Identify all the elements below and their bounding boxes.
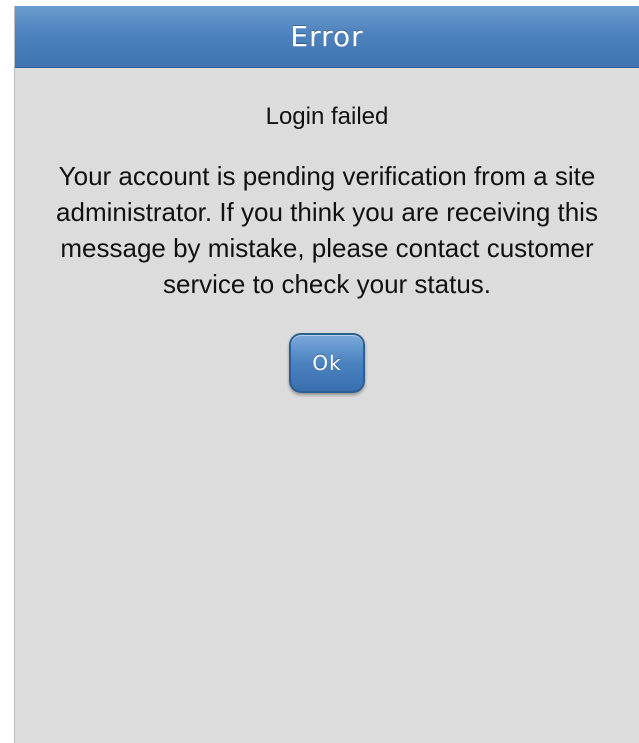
dialog-title: Error <box>290 20 364 53</box>
screen: Error Login failed Your account is pendi… <box>0 0 639 743</box>
error-dialog: Error Login failed Your account is pendi… <box>14 6 639 743</box>
ok-button[interactable]: Ok <box>289 333 365 393</box>
dialog-subtitle: Login failed <box>265 103 389 130</box>
dialog-message: Your account is pending verification fro… <box>56 161 598 299</box>
ok-button-label: Ok <box>312 351 342 375</box>
dialog-titlebar: Error <box>15 6 639 68</box>
dialog-content: Login failed Your account is pending ver… <box>15 102 639 393</box>
